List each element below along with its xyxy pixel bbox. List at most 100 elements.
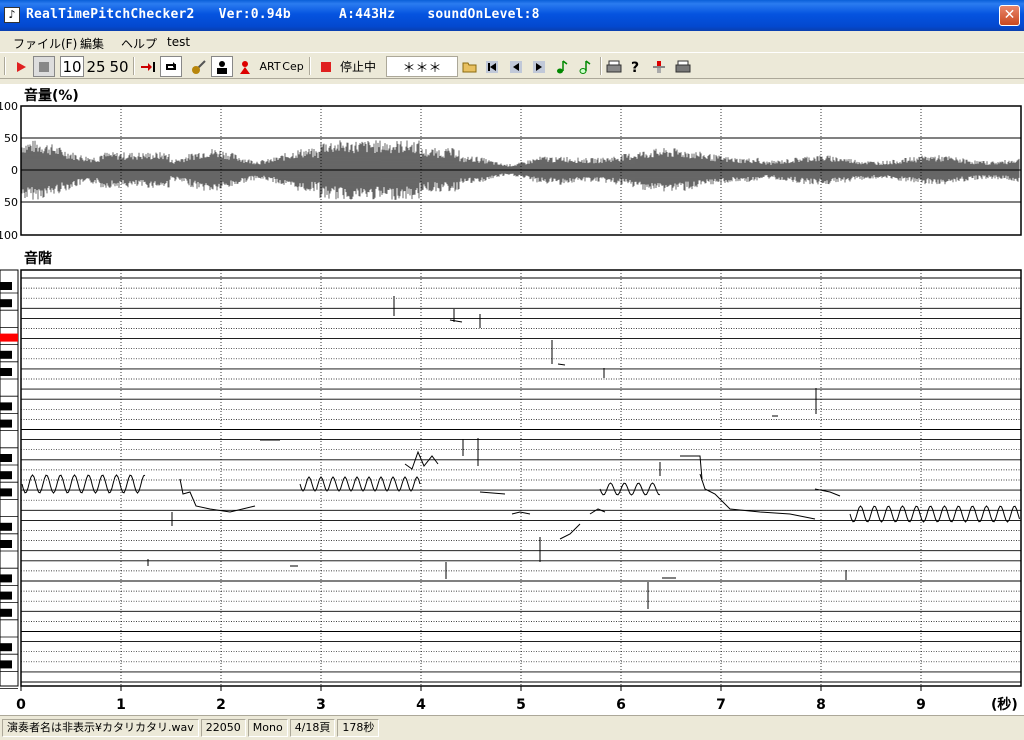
folder-open-icon <box>462 62 477 72</box>
print-setup-button[interactable] <box>604 56 624 77</box>
stop-icon <box>39 61 49 72</box>
pitch-graph[interactable]: 0 1 2 3 4 5 6 7 8 9 (秒) <box>0 244 1024 715</box>
volume-tick-label: 0 <box>11 164 18 177</box>
piano-black-key[interactable] <box>0 574 12 583</box>
menu-test[interactable]: test <box>167 35 190 49</box>
jump-to-end-icon <box>141 61 155 72</box>
menu-help[interactable]: ヘルプ <box>121 35 157 52</box>
toolbar: 10 25 50 ART Cep 停止中 ＊＊＊ ? <box>0 53 1024 79</box>
prev-page-button[interactable] <box>507 56 525 77</box>
title-bar[interactable]: ♪ RealTimePitchChecker2 Ver:0.94b A:443H… <box>0 0 1024 31</box>
skip-first-icon <box>486 60 498 73</box>
piano-black-key[interactable] <box>0 608 12 617</box>
next-page-button[interactable] <box>530 56 548 77</box>
piano-keyboard[interactable] <box>0 269 19 690</box>
piano-black-key[interactable] <box>0 368 12 376</box>
printer-icon <box>675 60 691 72</box>
prev-icon <box>510 60 522 73</box>
printer-icon <box>606 60 622 72</box>
time-tick-label: 7 <box>716 697 726 713</box>
piano-black-key[interactable] <box>0 454 12 462</box>
note-display: ＊＊＊ <box>386 56 458 77</box>
music-note-icon <box>557 59 568 73</box>
jump-end-button[interactable] <box>138 56 158 77</box>
play-icon <box>17 61 26 72</box>
toolbar-separator <box>133 57 135 75</box>
zoom-50-button[interactable]: 50 <box>108 56 130 77</box>
time-tick-label: 9 <box>916 697 926 713</box>
piano-black-key[interactable] <box>0 333 18 342</box>
piano-black-key[interactable] <box>0 419 12 428</box>
time-tick-label: 2 <box>216 697 226 713</box>
time-tick-label: 8 <box>816 697 826 713</box>
volume-panel: 音量(%) 100 50 0 50 100 <box>0 84 1024 244</box>
help-button[interactable]: ? <box>627 56 645 77</box>
loop-button[interactable] <box>160 56 182 77</box>
status-channels: Mono <box>247 719 288 737</box>
status-duration: 178秒 <box>337 719 380 737</box>
marker-icon <box>653 60 665 73</box>
zoom-10-button[interactable]: 10 <box>60 56 84 77</box>
marker-button[interactable] <box>649 56 669 77</box>
time-tick-label: 0 <box>16 697 26 713</box>
time-tick-label: 5 <box>516 697 526 713</box>
piano-black-key[interactable] <box>0 299 12 308</box>
next-icon <box>533 60 545 73</box>
window-title: RealTimePitchChecker2 Ver:0.94b A:443Hz … <box>26 7 540 22</box>
person-dark-icon <box>217 60 227 74</box>
time-tick-label: 3 <box>316 697 326 713</box>
status-bar: 演奏者名は非表示¥カタリカタリ.wav 22050 Mono 4/18頁 178… <box>0 715 1024 740</box>
note-outline-button[interactable] <box>576 56 594 77</box>
volume-tick-label: 50 <box>4 196 18 209</box>
volume-waveform[interactable]: 100 50 0 50 100 <box>0 84 1024 244</box>
female-voice-button[interactable] <box>235 56 255 77</box>
time-tick-label: 4 <box>416 697 426 713</box>
menu-bar: ファイル(F) 編集 ヘルプ test <box>0 31 1024 53</box>
first-page-button[interactable] <box>483 56 501 77</box>
question-icon: ? <box>631 60 639 75</box>
guitar-icon <box>192 59 206 74</box>
close-button[interactable]: ✕ <box>999 5 1020 26</box>
cep-button[interactable]: Cep <box>282 56 303 77</box>
note-green-button[interactable] <box>553 56 571 77</box>
piano-black-key[interactable] <box>0 522 12 531</box>
status-file: 演奏者名は非表示¥カタリカタリ.wav <box>2 719 199 737</box>
x-unit-label: (秒) <box>991 696 1018 713</box>
guitar-button[interactable] <box>189 56 209 77</box>
piano-black-key[interactable] <box>0 350 12 359</box>
male-voice-button[interactable] <box>211 56 233 77</box>
menu-file[interactable]: ファイル(F) <box>13 35 77 52</box>
menu-edit[interactable]: 編集 <box>80 35 104 52</box>
piano-black-key[interactable] <box>0 282 12 290</box>
art-button[interactable]: ART <box>258 56 282 77</box>
piano-black-key[interactable] <box>0 471 12 480</box>
piano-black-key[interactable] <box>0 660 12 669</box>
app-window: ♪ RealTimePitchChecker2 Ver:0.94b A:443H… <box>0 0 1024 740</box>
tuning-fork-icon[interactable]: ♪ <box>4 7 20 23</box>
stop-button[interactable] <box>33 56 55 77</box>
svg-text:?: ? <box>631 60 639 75</box>
status-sample-rate: 22050 <box>200 719 246 737</box>
piano-black-key[interactable] <box>0 402 12 411</box>
piano-black-key[interactable] <box>0 488 12 497</box>
play-button[interactable] <box>10 56 32 77</box>
record-button[interactable] <box>318 56 334 77</box>
pitch-panel: 音階 0123456789 (秒) <box>0 244 1024 715</box>
toolbar-separator <box>600 57 602 75</box>
open-folder-button[interactable] <box>460 56 480 77</box>
record-stop-icon <box>321 61 331 72</box>
status-page: 4/18頁 <box>289 719 336 737</box>
piano-black-key[interactable] <box>0 643 12 652</box>
toolbar-grip <box>4 57 6 75</box>
music-note-outline-icon <box>579 59 591 74</box>
time-tick-label: 6 <box>616 697 626 713</box>
loop-icon <box>166 61 176 70</box>
piano-black-key[interactable] <box>0 591 12 600</box>
piano-black-key[interactable] <box>0 540 12 548</box>
volume-tick-label: 50 <box>4 132 18 145</box>
print-button[interactable] <box>672 56 694 77</box>
person-red-icon <box>240 60 250 74</box>
volume-tick-label: 100 <box>0 100 18 113</box>
state-label: 停止中 <box>339 60 376 74</box>
zoom-25-button[interactable]: 25 <box>85 56 107 77</box>
